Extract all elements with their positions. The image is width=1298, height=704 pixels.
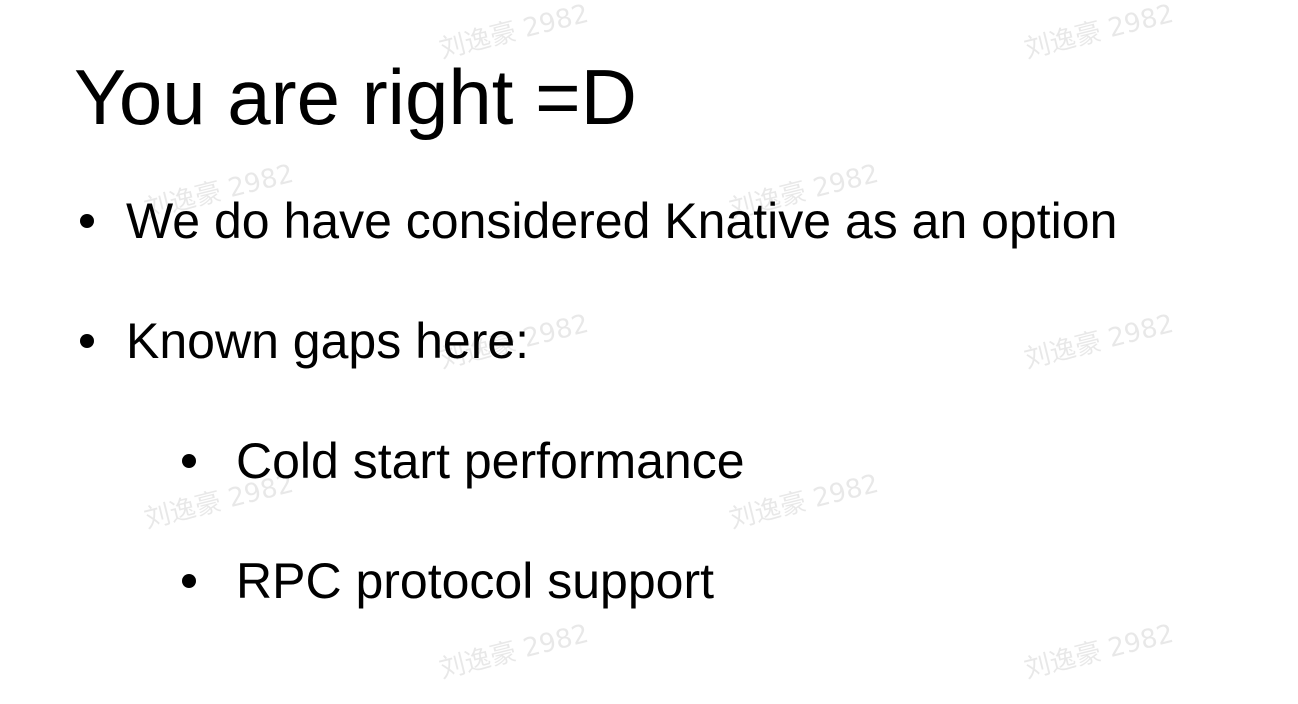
sub-bullet-item: RPC protocol support [182,551,714,611]
slide: 刘逸豪 2982 刘逸豪 2982 刘逸豪 2982 刘逸豪 2982 刘逸豪 … [0,0,1298,704]
sub-bullet-text: Cold start performance [236,433,745,489]
watermark: 刘逸豪 2982 [1021,0,1177,65]
bullet-item: Known gaps here: [80,311,529,371]
sub-bullet-item: Cold start performance [182,431,745,491]
bullet-dot-icon [182,574,196,588]
watermark: 刘逸豪 2982 [726,468,882,535]
watermark: 刘逸豪 2982 [1021,618,1177,685]
watermark: 刘逸豪 2982 [436,618,592,685]
bullet-text: We do have considered Knative as an opti… [126,193,1118,249]
slide-title: You are right =D [74,53,637,141]
bullet-dot-icon [182,454,196,468]
bullet-item: We do have considered Knative as an opti… [80,191,1117,251]
bullet-text: Known gaps here: [126,313,530,369]
bullet-dot-icon [80,334,94,348]
watermark: 刘逸豪 2982 [1021,308,1177,375]
bullet-dot-icon [80,214,94,228]
sub-bullet-text: RPC protocol support [236,553,715,609]
